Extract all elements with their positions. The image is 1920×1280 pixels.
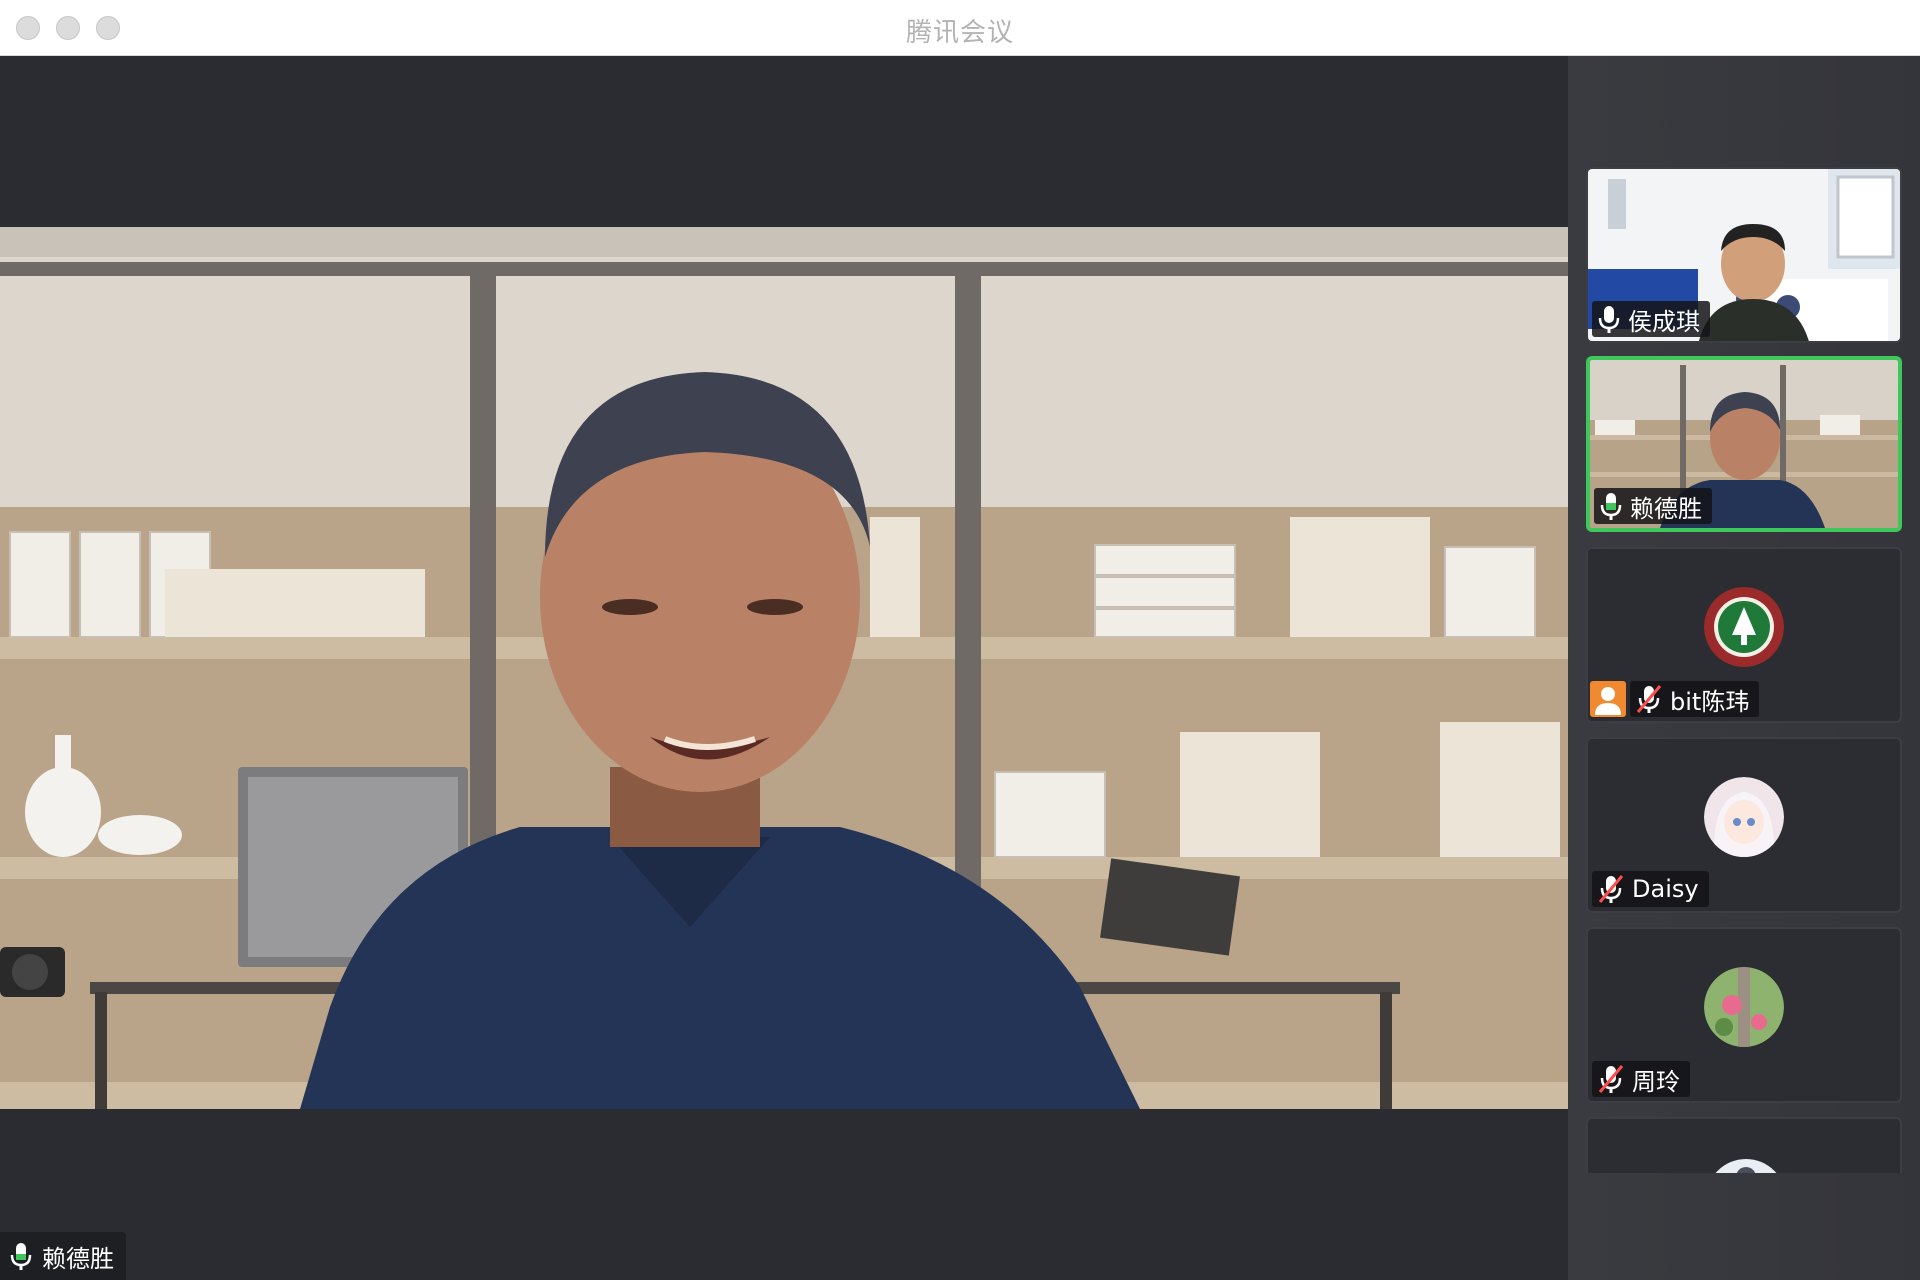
- flower-avatar: [1704, 967, 1784, 1047]
- flower-avatar-icon: [1704, 967, 1784, 1047]
- microphone-icon: [10, 1243, 32, 1270]
- anime-avatar-icon: [1704, 777, 1784, 857]
- participant-name: 周玲: [1632, 1067, 1680, 1096]
- microphone-icon: [1600, 493, 1622, 520]
- participant-label: 赖德胜: [1594, 488, 1712, 524]
- speaker-video-frame: [0, 227, 1568, 1109]
- participant-label: 侯成琪: [1592, 301, 1710, 337]
- microphone-muted-icon: [1598, 875, 1624, 903]
- participant-name: Daisy: [1632, 875, 1699, 903]
- title-bar: 腾讯会议: [0, 0, 1920, 56]
- participant-tile-active[interactable]: 赖德胜: [1586, 356, 1902, 532]
- participant-tile[interactable]: 侯成琪: [1586, 167, 1902, 343]
- anime-avatar: [1704, 777, 1784, 857]
- microphone-muted-icon: [1636, 685, 1662, 713]
- participant-tile[interactable]: 周玲: [1586, 927, 1902, 1103]
- window-title: 腾讯会议: [905, 18, 1014, 48]
- university-logo-icon: [1704, 587, 1784, 667]
- microphone-icon: [1598, 306, 1620, 333]
- participant-label: bit陈玮: [1630, 681, 1760, 717]
- participant-label: 周玲: [1592, 1061, 1690, 1097]
- host-icon: [1590, 681, 1626, 717]
- participant-name: 赖德胜: [1630, 494, 1702, 523]
- main-speaker-name: 赖德胜: [42, 1244, 114, 1273]
- participant-name: bit陈玮: [1670, 687, 1750, 716]
- partial-avatar-icon: [1715, 1159, 1777, 1173]
- main-speaker-name-tag: 赖德胜: [0, 1232, 126, 1280]
- microphone-muted-icon: [1598, 1065, 1624, 1093]
- participant-tile[interactable]: bit陈玮: [1586, 547, 1902, 723]
- main-speaker-video[interactable]: [0, 227, 1568, 1109]
- participant-label: Daisy: [1592, 871, 1709, 907]
- participant-sidebar[interactable]: 侯成琪 赖德胜 bit陈玮 Daisy 周玲: [1568, 56, 1920, 1280]
- participant-tile[interactable]: Daisy: [1586, 737, 1902, 913]
- participant-tile[interactable]: [1586, 1117, 1902, 1173]
- participant-name: 侯成琪: [1628, 307, 1700, 336]
- university-logo-avatar: [1704, 587, 1784, 667]
